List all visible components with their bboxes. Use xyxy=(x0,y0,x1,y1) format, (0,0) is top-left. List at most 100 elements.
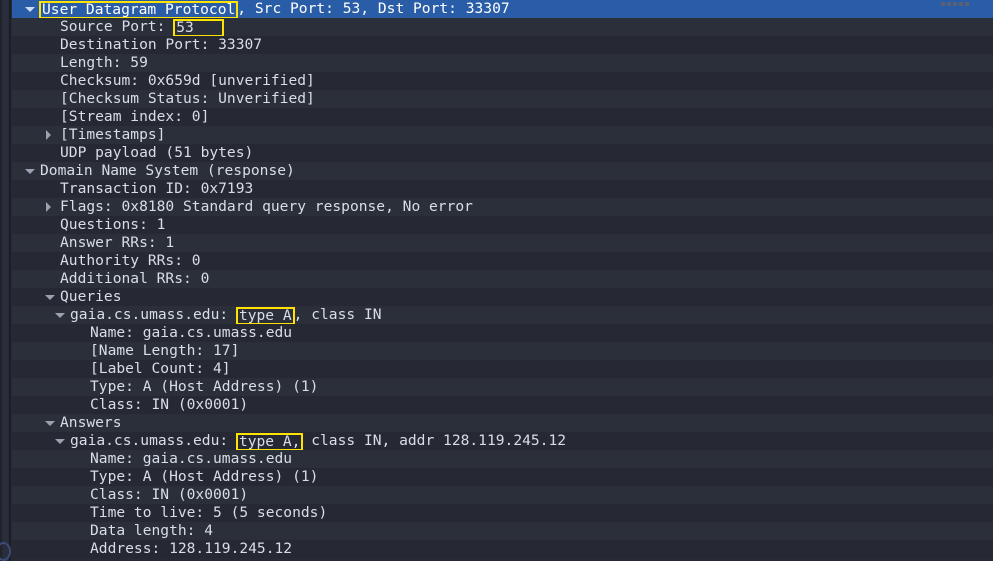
tree-row-label: Type: A (Host Address) (1) xyxy=(90,468,318,486)
tree-row-text: Transaction ID: 0x7193 xyxy=(60,180,254,197)
drag-grip-icon[interactable] xyxy=(941,1,977,6)
tree-row-text: Address: 128.119.245.12 xyxy=(90,540,293,557)
tree-row-dns-query-name[interactable]: Name: gaia.cs.umass.edu xyxy=(12,324,993,342)
tree-row-label: [Timestamps] xyxy=(60,126,165,144)
tree-row-text: Length: 59 xyxy=(60,54,148,71)
chevron-down-icon[interactable] xyxy=(52,306,66,324)
tree-row-udp-checksum[interactable]: Checksum: 0x659d [unverified] xyxy=(12,72,993,90)
tree-row-label: Class: IN (0x0001) xyxy=(90,396,248,414)
tree-row-udp-payload[interactable]: UDP payload (51 bytes) xyxy=(12,144,993,162)
tree-row-dns-answer-class[interactable]: Class: IN (0x0001) xyxy=(12,486,993,504)
tree-row-dns-query-name-length[interactable]: [Name Length: 17] xyxy=(12,342,993,360)
tree-row-label: [Checksum Status: Unverified] xyxy=(60,90,315,108)
tree-row-dns-flags[interactable]: Flags: 0x8180 Standard query response, N… xyxy=(12,198,993,216)
tree-row-udp-destination-port[interactable]: Destination Port: 33307 xyxy=(12,36,993,54)
chevron-down-icon[interactable] xyxy=(22,0,36,18)
tree-row-udp-checksum-status[interactable]: [Checksum Status: Unverified] xyxy=(12,90,993,108)
tree-row-label: Name: gaia.cs.umass.edu xyxy=(90,324,292,342)
tree-row-dns-authority-rrs[interactable]: Authority RRs: 0 xyxy=(12,252,993,270)
tree-row-dns-query-record[interactable]: gaia.cs.umass.edu: type A, class IN xyxy=(12,306,993,325)
tree-row-label: Address: 128.119.245.12 xyxy=(90,540,292,558)
tree-row-dns-root[interactable]: Domain Name System (response) xyxy=(12,162,993,180)
tree-row-dns-answer-record[interactable]: gaia.cs.umass.edu: type A, class IN, add… xyxy=(12,432,993,451)
tree-row-text: [Label Count: 4] xyxy=(90,360,231,377)
tree-row-dns-answer-address[interactable]: Address: 128.119.245.12 xyxy=(12,540,993,558)
tree-row-text: Checksum: 0x659d [unverified] xyxy=(60,72,315,89)
tree-row-text: Answers xyxy=(60,414,122,431)
tree-row-text: gaia.cs.umass.edu: xyxy=(70,432,237,449)
tree-row-dns-answer-rrs[interactable]: Answer RRs: 1 xyxy=(12,234,993,252)
tree-row-dns-answers[interactable]: Answers xyxy=(12,414,993,432)
tree-row-label: gaia.cs.umass.edu: type A, class IN, add… xyxy=(70,432,567,451)
chevron-down-icon[interactable] xyxy=(42,414,56,432)
tree-row-text: Data length: 4 xyxy=(90,522,214,539)
tree-row-dns-additional-rrs[interactable]: Additional RRs: 0 xyxy=(12,270,993,288)
chevron-right-icon[interactable] xyxy=(42,198,56,216)
tree-row-label: Additional RRs: 0 xyxy=(60,270,209,288)
tree-row-label: Time to live: 5 (5 seconds) xyxy=(90,504,327,522)
protocol-tree[interactable]: User Datagram Protocol, Src Port: 53, Ds… xyxy=(12,0,993,561)
tree-row-label: Flags: 0x8180 Standard query response, N… xyxy=(60,198,473,216)
tree-row-text: Flags: 0x8180 Standard query response, N… xyxy=(60,198,473,215)
tree-row-label: Checksum: 0x659d [unverified] xyxy=(60,72,315,90)
tree-row-dns-query-type[interactable]: Type: A (Host Address) (1) xyxy=(12,378,993,396)
tree-row-dns-questions[interactable]: Questions: 1 xyxy=(12,216,993,234)
tree-row-label: [Name Length: 17] xyxy=(90,342,239,360)
tree-row-label: Questions: 1 xyxy=(60,216,165,234)
field-highlight-box: 53 xyxy=(173,19,224,37)
tree-row-udp-timestamps[interactable]: [Timestamps] xyxy=(12,126,993,144)
tree-row-dns-queries[interactable]: Queries xyxy=(12,288,993,306)
tree-row-label: Answer RRs: 1 xyxy=(60,234,174,252)
tree-row-udp-length[interactable]: Length: 59 xyxy=(12,54,993,72)
tree-row-text: Answer RRs: 1 xyxy=(60,234,175,251)
chevron-right-icon[interactable] xyxy=(42,126,56,144)
tree-row-udp-protocol[interactable]: User Datagram Protocol, Src Port: 53, Ds… xyxy=(12,0,993,19)
chevron-down-icon[interactable] xyxy=(52,432,66,450)
tree-row-label: Queries xyxy=(60,288,122,306)
chevron-down-icon[interactable] xyxy=(22,162,36,180)
tree-row-dns-query-label-count[interactable]: [Label Count: 4] xyxy=(12,360,993,378)
tree-row-text: Type: A (Host Address) (1) xyxy=(90,378,319,395)
tree-row-udp-stream-index[interactable]: [Stream index: 0] xyxy=(12,108,993,126)
gutter-edge-right xyxy=(9,0,11,561)
tree-row-text: , Src Port: 53, Dst Port: 33307 xyxy=(237,0,510,17)
tree-row-text: Class: IN (0x0001) xyxy=(90,486,249,503)
packet-details-pane: User Datagram Protocol, Src Port: 53, Ds… xyxy=(0,0,993,561)
tree-row-text: , class IN xyxy=(293,306,382,323)
tree-row-dns-transaction-id[interactable]: Transaction ID: 0x7193 xyxy=(12,180,993,198)
tree-row-dns-answer-ttl[interactable]: Time to live: 5 (5 seconds) xyxy=(12,504,993,522)
tree-row-udp-source-port[interactable]: Source Port: 53 xyxy=(12,18,993,37)
tree-row-text: Queries xyxy=(60,288,122,305)
tree-row-text: class IN, addr 128.119.245.12 xyxy=(302,432,567,449)
tree-row-text: Questions: 1 xyxy=(60,216,166,233)
tree-row-label: Domain Name System (response) xyxy=(40,162,295,180)
tree-row-text: Name: gaia.cs.umass.edu xyxy=(90,324,293,341)
tree-row-text: Name: gaia.cs.umass.edu xyxy=(90,450,293,467)
tree-row-dns-answer-data-length[interactable]: Data length: 4 xyxy=(12,522,993,540)
tree-row-text: Destination Port: 33307 xyxy=(60,36,263,53)
chevron-down-icon[interactable] xyxy=(42,288,56,306)
tree-row-text: UDP payload (51 bytes) xyxy=(60,144,254,161)
tree-row-dns-answer-name[interactable]: Name: gaia.cs.umass.edu xyxy=(12,450,993,468)
field-highlight-box: type A xyxy=(235,307,295,325)
field-highlight-box: type A, xyxy=(235,433,304,451)
tree-row-text: [Timestamps] xyxy=(60,126,166,143)
tree-row-label: Transaction ID: 0x7193 xyxy=(60,180,253,198)
tree-row-text: Time to live: 5 (5 seconds) xyxy=(90,504,328,521)
tree-row-text: Source Port: xyxy=(60,18,175,35)
tree-row-text: Authority RRs: 0 xyxy=(60,252,201,269)
tree-row-text: Additional RRs: 0 xyxy=(60,270,210,287)
tree-row-text: Domain Name System (response) xyxy=(40,162,295,179)
field-highlight-box: User Datagram Protocol xyxy=(39,1,239,19)
tree-row-label: Name: gaia.cs.umass.edu xyxy=(90,450,292,468)
tree-row-text: Class: IN (0x0001) xyxy=(90,396,249,413)
tree-row-text: [Checksum Status: Unverified] xyxy=(60,90,315,107)
tree-row-label: User Datagram Protocol, Src Port: 53, Ds… xyxy=(39,0,510,19)
tree-row-label: Answers xyxy=(60,414,122,432)
tree-row-text: [Name Length: 17] xyxy=(90,342,240,359)
tree-row-label: [Label Count: 4] xyxy=(90,360,231,378)
tree-row-label: Authority RRs: 0 xyxy=(60,252,201,270)
tree-row-dns-query-class[interactable]: Class: IN (0x0001) xyxy=(12,396,993,414)
tree-row-label: Destination Port: 33307 xyxy=(60,36,262,54)
tree-row-dns-answer-type[interactable]: Type: A (Host Address) (1) xyxy=(12,468,993,486)
